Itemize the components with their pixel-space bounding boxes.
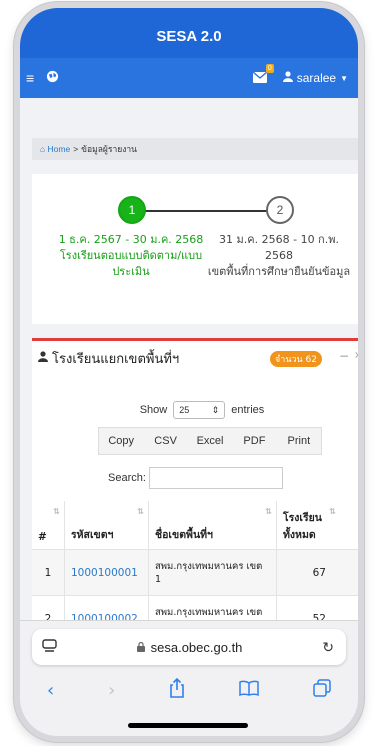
home-icon: ⌂ [40, 144, 46, 154]
search-row: Search: [108, 467, 283, 489]
globe-icon[interactable] [46, 70, 59, 86]
pdf-button[interactable]: PDF [232, 428, 276, 454]
step-2-circle: 2 [266, 196, 294, 224]
panel-title: โรงเรียนแยกเขตพื้นที่ฯ [52, 351, 180, 367]
tabs-icon[interactable] [42, 638, 57, 656]
show-label: Show [139, 404, 168, 416]
area-code-link[interactable]: 1000100001 [64, 550, 148, 595]
table-row: 1 1000100001 สพม.กรุงเทพมหานคร เขต 1 67 [32, 549, 358, 595]
hamburger-icon[interactable]: ≡ [26, 70, 34, 86]
column-header-code[interactable]: รหัสเขตฯ ⇅ [64, 501, 148, 549]
step-2-text: 31 ม.ค. 2568 - 10 ก.พ. 2568 เขตพื้นที่กา… [204, 232, 354, 280]
breadcrumb-home[interactable]: ⌂ Home [40, 144, 70, 154]
column-header-no[interactable]: # ⇅ [32, 501, 64, 549]
minimize-button[interactable]: − [339, 349, 349, 363]
url-display[interactable]: sesa.obec.go.th [57, 640, 322, 655]
sort-icon: ⇅ [329, 507, 336, 516]
step-2-dates: 31 ม.ค. 2568 - 10 ก.พ. 2568 [219, 233, 339, 262]
back-icon[interactable]: ‹ [47, 680, 54, 701]
address-bar[interactable]: sesa.obec.go.th ↻ [32, 629, 346, 665]
show-entries: Show 25 ⇕ entries [32, 401, 358, 419]
sort-icon: ⇅ [137, 507, 144, 516]
column-header-schools[interactable]: โรงเรียนทั้งหมด ⇅ [276, 501, 340, 549]
export-buttons: Copy CSV Excel PDF Print [98, 427, 322, 455]
bookmarks-icon[interactable] [239, 680, 259, 701]
progress-steps: 1 2 1 ธ.ค. 2567 - 30 ม.ค. 2568 โรงเรียนต… [32, 174, 358, 324]
user-icon [38, 351, 48, 365]
column-header-area[interactable]: ชื่อเขตพื้นที่ฯ ⇅ [148, 501, 276, 549]
step-1-dates: 1 ธ.ค. 2567 - 30 ม.ค. 2568 [58, 233, 204, 246]
step-1-circle: 1 [118, 196, 146, 224]
envelope-icon[interactable]: 0 [252, 63, 274, 86]
excel-button[interactable]: Excel [188, 428, 232, 454]
breadcrumb-current: ข้อมูลผู้รายงาน [81, 144, 137, 154]
home-indicator [128, 723, 248, 728]
school-count: 67 [276, 550, 340, 595]
steps-connector [132, 210, 282, 212]
select-chevron-icon: ⇕ [211, 404, 220, 415]
screen: SESA 2.0 ≡ 0 saralee ▼ ⌂ Home > ข้อมูลผู… [20, 8, 358, 736]
breadcrumb: ⌂ Home > ข้อมูลผู้รายงาน [32, 138, 358, 160]
step-1-label: โรงเรียนตอบแบบติดตาม/แบบประเมิน [59, 249, 203, 278]
row-number: 1 [44, 566, 52, 579]
tabs-overview-icon[interactable] [313, 678, 331, 702]
close-button[interactable]: × [354, 350, 358, 361]
sort-icon: ⇅ [53, 507, 60, 516]
navbar: ≡ 0 saralee ▼ [20, 58, 358, 98]
caret-down-icon[interactable]: ▼ [340, 74, 348, 83]
table-header-row: # ⇅ รหัสเขตฯ ⇅ ชื่อเขตพื้นที่ฯ ⇅ โรงเรียนทั… [32, 501, 358, 549]
search-input[interactable] [148, 467, 283, 489]
reload-icon[interactable]: ↻ [322, 639, 334, 656]
phone-frame: SESA 2.0 ≡ 0 saralee ▼ ⌂ Home > ข้อมูลผู… [14, 2, 364, 742]
username[interactable]: saralee [297, 71, 336, 85]
safari-bottom-bar: sesa.obec.go.th ↻ ‹ › [20, 620, 358, 736]
count-badge: จำนวน 62 [270, 351, 322, 367]
mail-badge: 0 [265, 63, 274, 73]
breadcrumb-separator: > [73, 144, 79, 154]
area-name: สพม.กรุงเทพมหานคร เขต 1 [148, 550, 276, 595]
sort-icon: ⇅ [265, 507, 272, 516]
safari-toolbar: ‹ › [20, 675, 358, 705]
panel-header: โรงเรียนแยกเขตพื้นที่ฯ จำนวน 62 − × [32, 341, 358, 375]
user-icon [282, 71, 293, 85]
search-label: Search: [108, 472, 146, 484]
copy-button[interactable]: Copy [99, 428, 143, 454]
forward-icon[interactable]: › [108, 680, 115, 701]
share-icon[interactable] [169, 677, 185, 703]
app-title-bar: SESA 2.0 [20, 8, 358, 58]
csv-button[interactable]: CSV [143, 428, 187, 454]
entries-label: entries [231, 404, 265, 416]
print-button[interactable]: Print [277, 428, 321, 454]
app-title: SESA 2.0 [156, 28, 222, 45]
schools-panel: โรงเรียนแยกเขตพื้นที่ฯ จำนวน 62 − × Show… [32, 338, 358, 658]
step-1-text: 1 ธ.ค. 2567 - 30 ม.ค. 2568 โรงเรียนตอบแบ… [56, 232, 206, 280]
step-2-label: เขตพื้นที่การศึกษายืนยันข้อมูล [207, 265, 351, 278]
lock-icon [136, 641, 148, 655]
entries-select[interactable]: 25 ⇕ [173, 401, 226, 419]
